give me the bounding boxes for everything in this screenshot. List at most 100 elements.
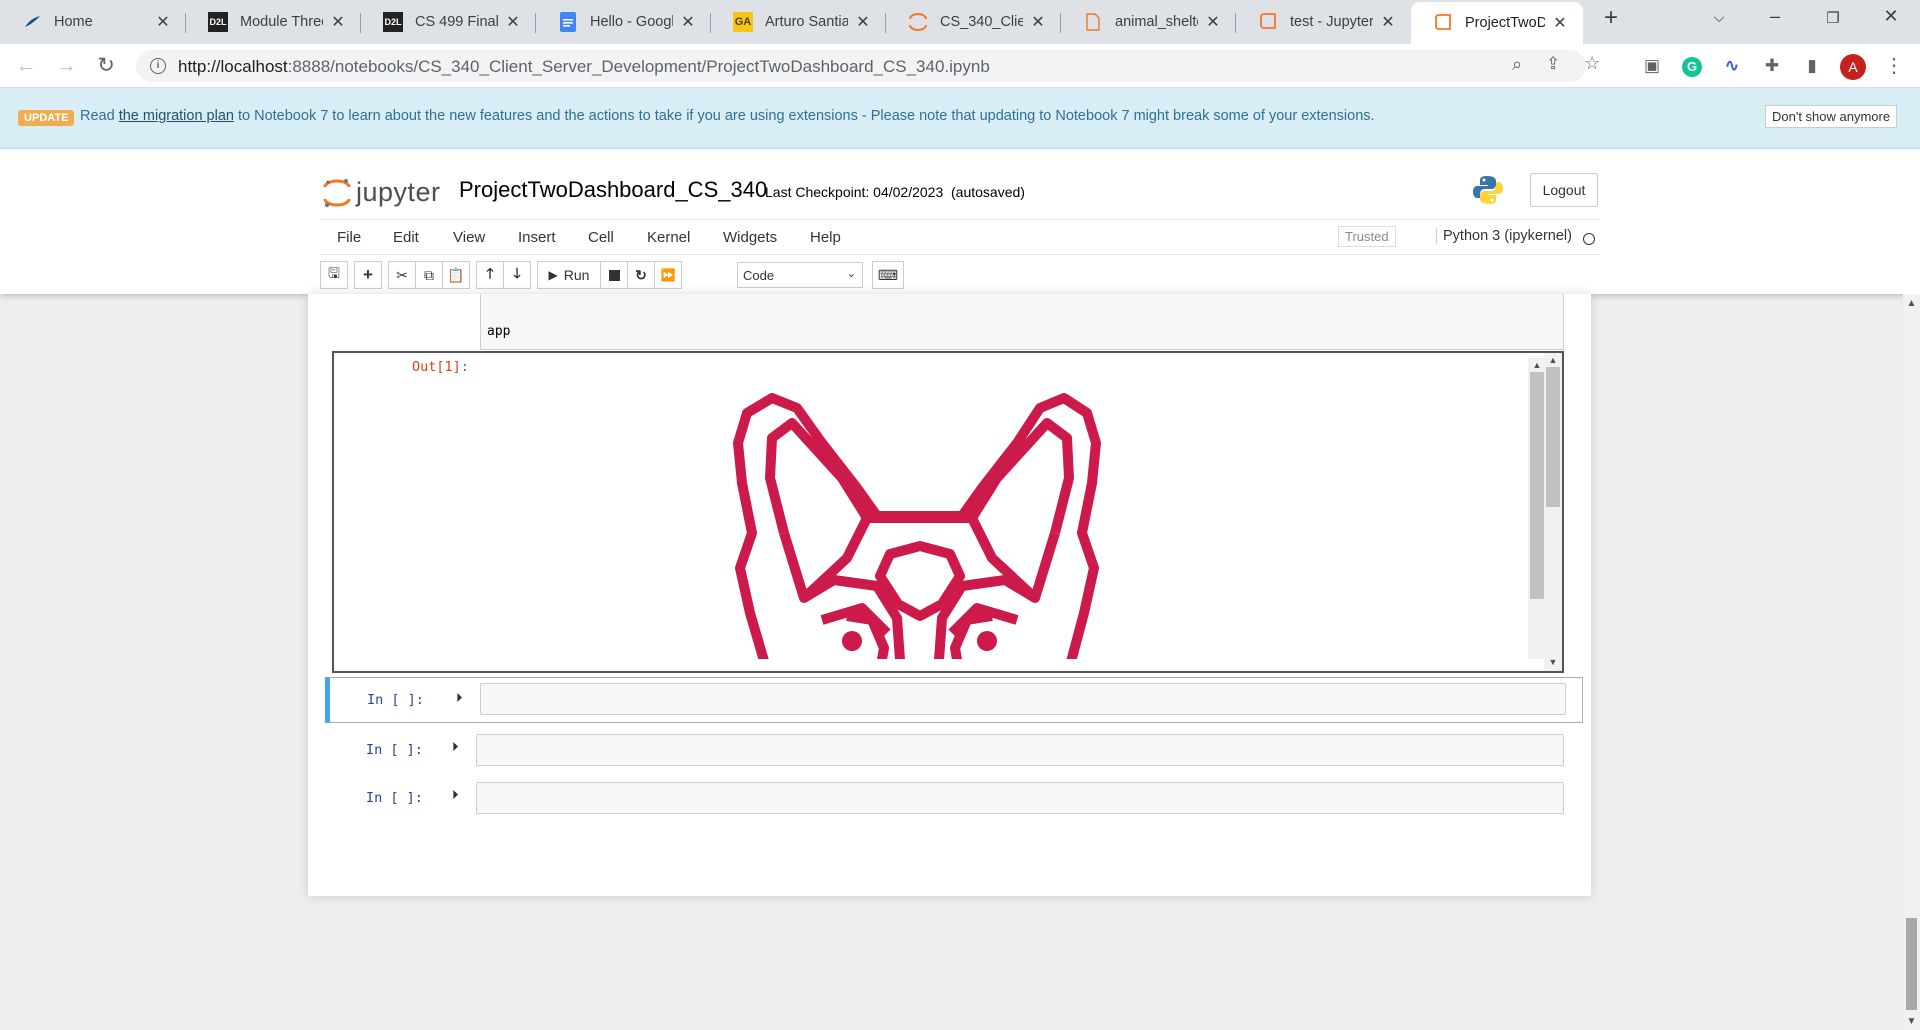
menu-file[interactable]: File bbox=[337, 229, 361, 246]
tab-animal-shelter[interactable]: animal_shelter ✕ bbox=[1061, 4, 1236, 40]
interrupt-button[interactable] bbox=[600, 261, 628, 289]
logout-button[interactable]: Logout bbox=[1530, 173, 1598, 207]
reload-icon[interactable]: ↻ bbox=[92, 52, 120, 80]
scrollbar-thumb[interactable] bbox=[1906, 918, 1917, 1010]
tab-project-two-dashboard[interactable]: ProjectTwoDa ✕ bbox=[1411, 2, 1583, 44]
kernel-name[interactable]: Python 3 (ipykernel) bbox=[1436, 228, 1572, 244]
tab-test-jupyter[interactable]: test - Jupyter ✕ bbox=[1236, 4, 1411, 40]
update-badge: UPDATE bbox=[18, 110, 75, 126]
code-cell-input[interactable]: app bbox=[480, 294, 1564, 350]
code-input-area[interactable] bbox=[476, 734, 1564, 766]
jupyter-logo[interactable]: jupyter bbox=[322, 177, 440, 209]
grammarly-icon[interactable]: G bbox=[1680, 54, 1704, 78]
close-icon[interactable]: ✕ bbox=[329, 12, 347, 32]
menu-widgets[interactable]: Widgets bbox=[723, 229, 777, 246]
move-down-button[interactable]: 🡓 bbox=[503, 261, 531, 289]
cell-type-select[interactable]: Code ⌄ bbox=[737, 262, 863, 288]
code-input-area[interactable] bbox=[480, 683, 1566, 715]
migration-plan-link[interactable]: the migration plan bbox=[119, 108, 234, 124]
tab-jupyter-tree[interactable]: CS_340_Client ✕ bbox=[886, 4, 1061, 40]
close-icon[interactable]: ✕ bbox=[1379, 12, 1397, 32]
restart-run-all-button[interactable]: ⏩ bbox=[654, 261, 682, 289]
extensions-puzzle-icon[interactable]: ✚ bbox=[1760, 54, 1784, 78]
chevron-down-icon: ⌄ bbox=[846, 268, 856, 280]
kernel-idle-indicator-icon bbox=[1583, 233, 1595, 245]
notebook-name[interactable]: ProjectTwoDashboard_CS_340 bbox=[459, 177, 767, 203]
output-prompt: Out[1]: bbox=[412, 359, 469, 375]
save-button[interactable]: 🖫 bbox=[320, 261, 348, 289]
menu-insert[interactable]: Insert bbox=[518, 229, 556, 246]
run-cell-icon[interactable]: ⏵ bbox=[452, 787, 459, 803]
menu-cell[interactable]: Cell bbox=[588, 229, 614, 246]
tab-search-chevron-icon[interactable]: ⌵ bbox=[1704, 9, 1734, 37]
dash-app-iframe[interactable]: ▲ bbox=[472, 358, 1546, 659]
code-cell[interactable]: In [ ]: ⏵ bbox=[324, 777, 1582, 819]
input-prompt: In [ ]: bbox=[366, 790, 423, 806]
scrollbar-thumb[interactable] bbox=[1530, 372, 1544, 599]
code-cell[interactable]: In [ ]: ⏵ bbox=[324, 729, 1582, 771]
zoom-icon[interactable]: ⌕ bbox=[1512, 54, 1522, 75]
close-icon[interactable]: ✕ bbox=[1029, 12, 1047, 32]
scroll-up-arrow-icon[interactable]: ▲ bbox=[1903, 298, 1920, 309]
close-icon[interactable]: ✕ bbox=[1551, 13, 1569, 33]
tab-cs499[interactable]: D2L CS 499 Final P ✕ bbox=[361, 4, 536, 40]
back-arrow-icon[interactable]: ← bbox=[12, 52, 40, 80]
tab-github-classroom[interactable]: GA Arturo Santiag ✕ bbox=[711, 4, 886, 40]
bookmark-star-icon[interactable]: ☆ bbox=[1584, 53, 1600, 74]
scroll-down-arrow-icon[interactable]: ▼ bbox=[1903, 1016, 1920, 1027]
info-icon[interactable]: i bbox=[150, 58, 166, 74]
command-palette-button[interactable]: ⌨ bbox=[872, 261, 904, 289]
tab-google-docs[interactable]: Hello - Google ✕ bbox=[536, 4, 711, 40]
scroll-down-arrow-icon[interactable]: ▼ bbox=[1544, 657, 1562, 667]
close-icon[interactable]: ✕ bbox=[854, 12, 872, 32]
close-icon[interactable]: ✕ bbox=[679, 12, 697, 32]
extension-clip-icon[interactable]: ▣ bbox=[1640, 54, 1664, 78]
close-icon[interactable]: ✕ bbox=[1204, 12, 1222, 32]
menu-edit[interactable]: Edit bbox=[393, 229, 419, 246]
tab-module-three[interactable]: D2L Module Three ✕ bbox=[186, 4, 361, 40]
stop-icon bbox=[608, 269, 620, 281]
forward-arrow-icon[interactable]: → bbox=[52, 52, 80, 80]
banner-message: Read the migration plan to Notebook 7 to… bbox=[80, 108, 1375, 124]
move-up-button[interactable]: 🡑 bbox=[476, 261, 504, 289]
new-tab-button[interactable]: + bbox=[1596, 4, 1626, 32]
menu-help[interactable]: Help bbox=[810, 229, 841, 246]
menu-kernel[interactable]: Kernel bbox=[647, 229, 690, 246]
run-button[interactable]: ▶ Run bbox=[537, 261, 601, 289]
menu-view[interactable]: View bbox=[453, 229, 485, 246]
scrollbar-thumb[interactable] bbox=[1546, 367, 1560, 507]
wave-extension-icon[interactable]: ∿ bbox=[1720, 54, 1744, 78]
trusted-indicator[interactable]: Trusted bbox=[1338, 226, 1396, 247]
close-icon[interactable]: ✕ bbox=[504, 12, 522, 32]
side-panel-icon[interactable]: ▮ bbox=[1800, 54, 1824, 78]
run-cell-icon[interactable]: ⏵ bbox=[452, 739, 459, 755]
restart-button[interactable]: ↻ bbox=[627, 261, 655, 289]
dog-logo-image bbox=[733, 393, 1101, 659]
close-icon[interactable]: ✕ bbox=[154, 12, 172, 32]
paste-icon: 📋 bbox=[447, 266, 465, 283]
minimize-button[interactable]: – bbox=[1760, 6, 1790, 34]
url-field[interactable]: i http://localhost:8888/notebooks/CS_340… bbox=[136, 50, 1600, 82]
copy-button[interactable]: ⧉ bbox=[415, 261, 443, 289]
insert-cell-button[interactable]: + bbox=[354, 261, 382, 289]
cut-button[interactable]: ✂ bbox=[388, 261, 416, 289]
share-icon[interactable]: ⇪ bbox=[1546, 54, 1560, 74]
tab-home[interactable]: Home ✕ bbox=[0, 4, 186, 40]
profile-avatar[interactable]: A bbox=[1840, 54, 1866, 80]
paste-button[interactable]: 📋 bbox=[442, 261, 470, 289]
run-cell-icon[interactable]: ⏵ bbox=[456, 690, 463, 706]
notebook-toolbar: 🖫 + ✂ ⧉ 📋 🡑 🡓 ▶ Run ↻ ⏩ Code ⌄ ⌨ bbox=[320, 259, 1600, 291]
code-input-area[interactable] bbox=[476, 782, 1564, 814]
output-scrollbar[interactable]: ▲ ▼ bbox=[1544, 353, 1562, 671]
code-cell-selected[interactable]: In [ ]: ⏵ bbox=[325, 677, 1583, 723]
d2l-icon: D2L bbox=[383, 12, 403, 32]
scroll-up-arrow-icon[interactable]: ▲ bbox=[1544, 355, 1562, 365]
tab-title: Arturo Santiag bbox=[765, 14, 848, 30]
page-scrollbar[interactable]: ▲ ▼ bbox=[1903, 294, 1920, 1030]
jupyter-logo-text: jupyter bbox=[356, 177, 441, 207]
dont-show-anymore-button[interactable]: Don't show anymore bbox=[1765, 105, 1898, 128]
restore-button[interactable]: ❐ bbox=[1818, 9, 1848, 37]
kebab-menu-icon[interactable]: ⋮ bbox=[1882, 54, 1906, 78]
github-classroom-icon: GA bbox=[733, 12, 753, 32]
close-window-button[interactable]: ✕ bbox=[1876, 6, 1906, 34]
